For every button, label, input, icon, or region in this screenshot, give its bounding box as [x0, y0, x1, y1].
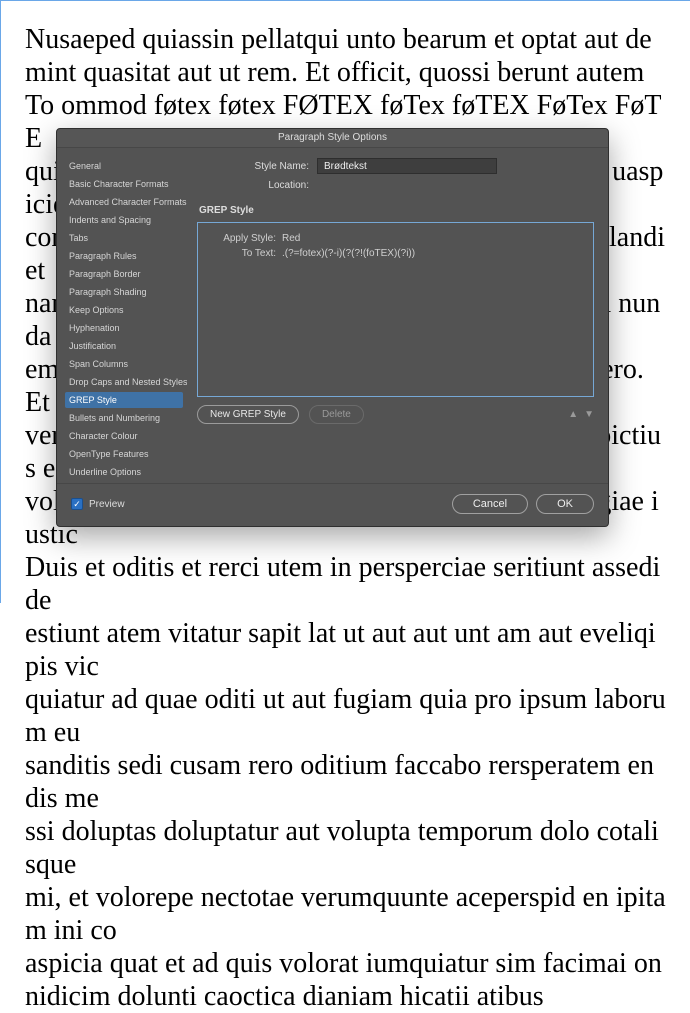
apply-style-label: Apply Style: [210, 233, 282, 244]
dialog-main-panel: Style Name: Location: GREP Style Apply S… [187, 148, 608, 483]
preview-checkbox[interactable]: ✓ [71, 498, 83, 510]
location-label: Location: [197, 180, 317, 191]
sidebar-item-indents-and-spacing[interactable]: Indents and Spacing [65, 212, 183, 228]
sidebar-item-justification[interactable]: Justification [65, 338, 183, 354]
dialog-title: Paragraph Style Options [57, 129, 608, 148]
grep-apply-style-row: Apply Style: Red [210, 233, 581, 244]
sidebar-item-keep-options[interactable]: Keep Options [65, 302, 183, 318]
sidebar-item-general[interactable]: General [65, 158, 183, 174]
grep-rules-box[interactable]: Apply Style: Red To Text: .(?=fotex)(?-i… [197, 222, 594, 397]
reorder-arrows: ▲ ▼ [568, 409, 594, 420]
grep-buttons-row: New GREP Style Delete ▲ ▼ [197, 405, 594, 424]
category-sidebar: General Basic Character Formats Advanced… [57, 148, 187, 483]
location-row: Location: [197, 180, 594, 191]
style-name-input[interactable] [317, 158, 497, 174]
sidebar-item-paragraph-shading[interactable]: Paragraph Shading [65, 284, 183, 300]
sidebar-item-paragraph-border[interactable]: Paragraph Border [65, 266, 183, 282]
to-text-value[interactable]: .(?=fotex)(?-i)(?(?!(foTEX)(?i)) [282, 248, 415, 259]
new-grep-style-button[interactable]: New GREP Style [197, 405, 299, 424]
sidebar-item-grep-style[interactable]: GREP Style [65, 392, 183, 408]
paragraph-style-options-dialog: Paragraph Style Options General Basic Ch… [56, 128, 609, 527]
grep-to-text-row: To Text: .(?=fotex)(?-i)(?(?!(foTEX)(?i)… [210, 248, 581, 259]
sidebar-item-opentype-features[interactable]: OpenType Features [65, 446, 183, 462]
grep-style-heading: GREP Style [199, 205, 594, 216]
sidebar-item-drop-caps-nested-styles[interactable]: Drop Caps and Nested Styles [65, 374, 183, 390]
cancel-button[interactable]: Cancel [452, 494, 528, 514]
dialog-body: General Basic Character Formats Advanced… [57, 148, 608, 483]
move-down-icon[interactable]: ▼ [584, 409, 594, 420]
sidebar-item-paragraph-rules[interactable]: Paragraph Rules [65, 248, 183, 264]
sidebar-item-bullets-numbering[interactable]: Bullets and Numbering [65, 410, 183, 426]
sidebar-item-character-colour[interactable]: Character Colour [65, 428, 183, 444]
preview-checkbox-wrap[interactable]: ✓ Preview [71, 498, 125, 510]
dialog-footer: ✓ Preview Cancel OK [57, 483, 608, 526]
apply-style-value[interactable]: Red [282, 233, 300, 244]
sidebar-item-tabs[interactable]: Tabs [65, 230, 183, 246]
sidebar-item-basic-character-formats[interactable]: Basic Character Formats [65, 176, 183, 192]
sidebar-item-hyphenation[interactable]: Hyphenation [65, 320, 183, 336]
sidebar-item-span-columns[interactable]: Span Columns [65, 356, 183, 372]
move-up-icon[interactable]: ▲ [568, 409, 578, 420]
sidebar-item-underline-options[interactable]: Underline Options [65, 464, 183, 480]
ok-button[interactable]: OK [536, 494, 594, 514]
to-text-label: To Text: [210, 248, 282, 259]
preview-label: Preview [89, 499, 125, 510]
delete-grep-style-button[interactable]: Delete [309, 405, 364, 424]
style-name-row: Style Name: [197, 158, 594, 174]
sidebar-item-advanced-character-formats[interactable]: Advanced Character Formats [65, 194, 183, 210]
style-name-label: Style Name: [197, 161, 317, 172]
